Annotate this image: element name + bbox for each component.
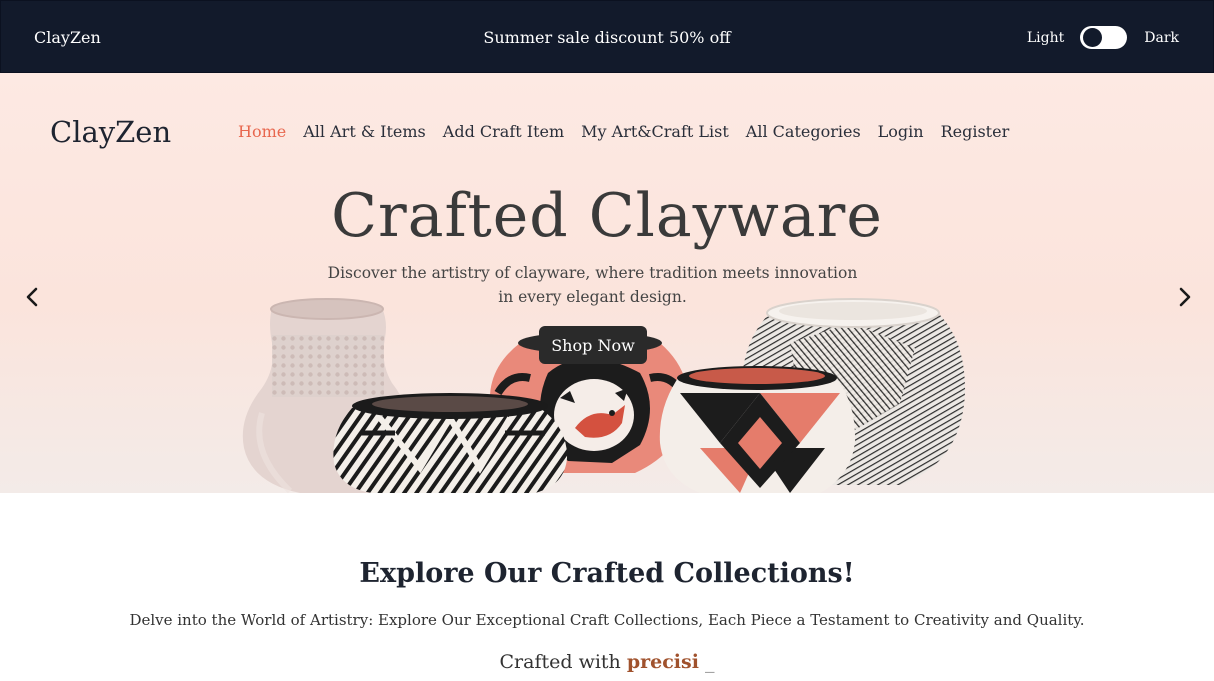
- typed-word: precisi: [626, 651, 699, 673]
- theme-toggle[interactable]: [1080, 26, 1128, 49]
- pottery-image: [242, 298, 966, 493]
- collections-description: Delve into the World of Artistry: Explor…: [129, 611, 1085, 629]
- theme-toggle-knob: [1083, 28, 1103, 47]
- typewriter-line: Crafted with precisi _: [0, 651, 1214, 673]
- theme-dark-label: Dark: [1144, 29, 1179, 46]
- shop-now-button[interactable]: Shop Now: [539, 326, 647, 364]
- chevron-right-icon[interactable]: [1172, 285, 1196, 309]
- geometric-bw-pot: [333, 393, 568, 493]
- announcement-bar: ClayZen Summer sale discount 50% off Lig…: [0, 0, 1214, 73]
- typed-prefix: Crafted with: [499, 651, 621, 673]
- typed-cursor: _: [704, 651, 715, 673]
- hero-banner: ClayZen Home All Art & Items Add Craft I…: [0, 73, 1214, 493]
- triangle-pattern-pot: [659, 366, 856, 493]
- theme-light-label: Light: [1026, 29, 1065, 46]
- theme-switcher: Light Dark: [1027, 26, 1179, 49]
- collections-title: Explore Our Crafted Collections!: [359, 558, 855, 589]
- chevron-left-icon[interactable]: [21, 285, 45, 309]
